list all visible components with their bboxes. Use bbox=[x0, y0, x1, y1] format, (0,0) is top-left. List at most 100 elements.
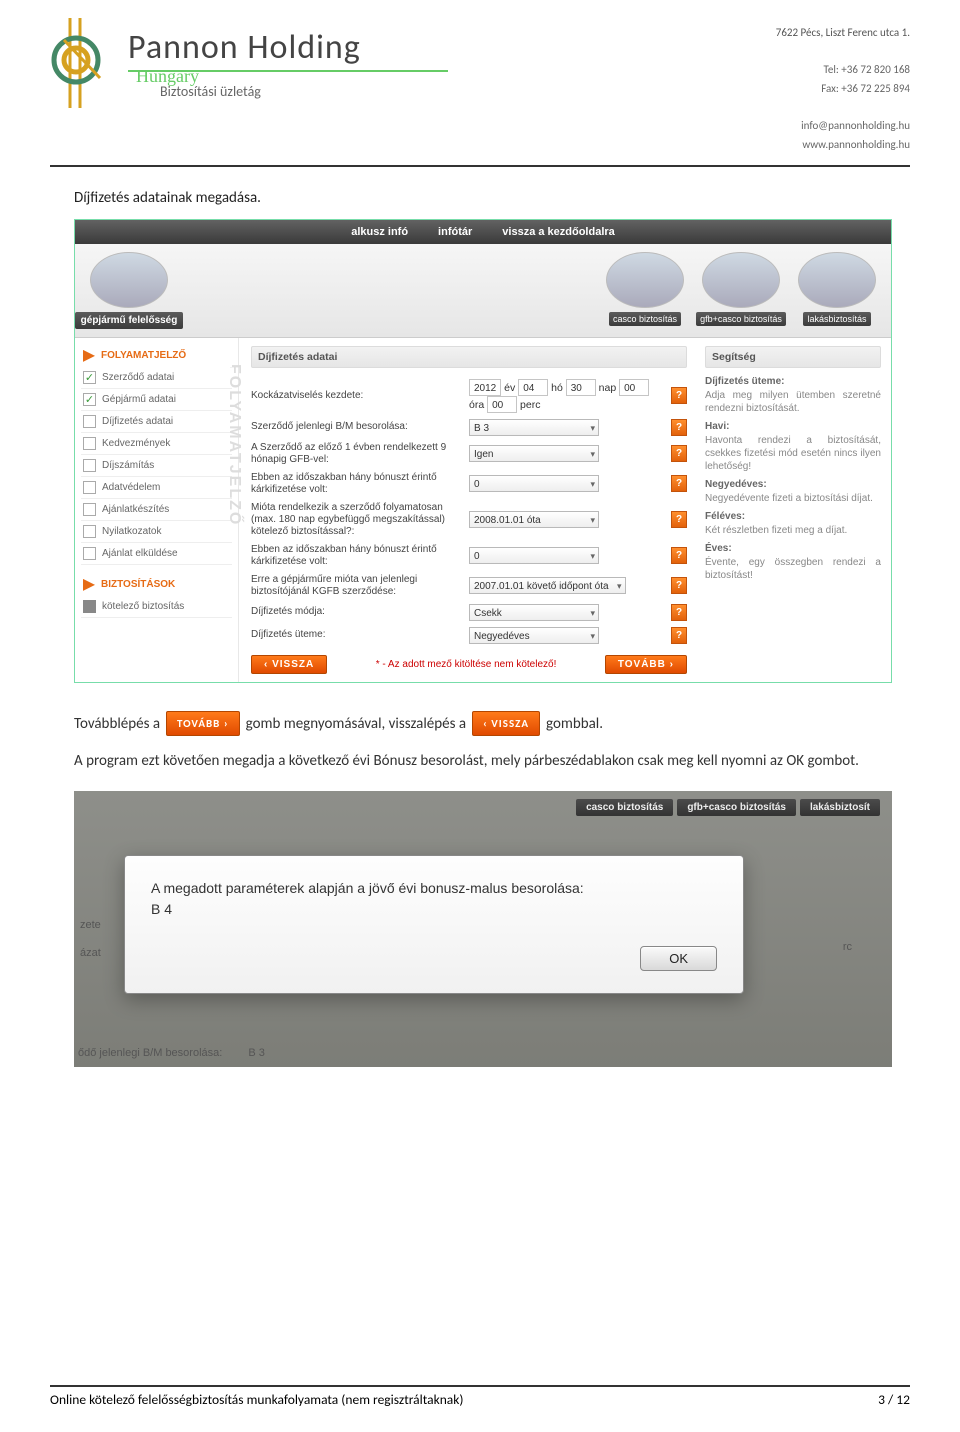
check-icon bbox=[83, 437, 96, 450]
help-heading: Díjfizetés üteme: bbox=[705, 376, 881, 387]
product-card[interactable]: lakásbiztosítás bbox=[793, 252, 881, 329]
page-header: Pannon Holding Hungary Biztosítási üzlet… bbox=[0, 0, 960, 161]
sidebar-item-label: Díjszámítás bbox=[102, 460, 154, 471]
next-button-inline[interactable]: TOVÁBB › bbox=[166, 711, 240, 737]
contact-address: 7622 Pécs, Liszt Ferenc utca 1. bbox=[776, 24, 910, 43]
check-icon: ✓ bbox=[83, 371, 96, 384]
ok-button[interactable]: OK bbox=[640, 946, 717, 971]
min-input[interactable]: 00 bbox=[487, 396, 517, 413]
select-input[interactable]: Csekk bbox=[469, 604, 599, 621]
select-input[interactable]: 0 bbox=[469, 475, 599, 492]
help-text: Adja meg milyen ütemben szeretné rendezn… bbox=[705, 389, 881, 415]
bullet-icon bbox=[83, 600, 96, 613]
screenshot-app: alkusz infó infótár vissza a kezdőoldalr… bbox=[74, 219, 892, 683]
product-image bbox=[90, 252, 168, 308]
dialog-message: A megadott paraméterek alapján a jövő év… bbox=[151, 880, 584, 896]
footer-divider bbox=[50, 1385, 910, 1387]
unit-label: óra bbox=[469, 399, 484, 411]
nav-item[interactable]: vissza a kezdőoldalra bbox=[502, 226, 615, 238]
sidebar-item[interactable]: ✓Gépjármű adatai bbox=[81, 389, 232, 411]
select-input[interactable]: B 3 bbox=[469, 419, 599, 436]
sidebar-item-label: Díjfizetés adatai bbox=[102, 416, 173, 427]
product-label: lakásbiztosítás bbox=[803, 312, 870, 326]
help-text: Évente, egy összegben rendezi a biztosít… bbox=[705, 556, 881, 582]
help-icon[interactable]: ? bbox=[671, 445, 687, 462]
help-icon[interactable]: ? bbox=[671, 475, 687, 492]
product-card[interactable]: casco biztosítás bbox=[601, 252, 689, 329]
field-label: Díjfizetés üteme: bbox=[251, 629, 465, 641]
help-heading: Féléves: bbox=[705, 511, 881, 522]
screenshot-dialog: casco biztosítás gfb+casco biztosítás la… bbox=[74, 791, 892, 1067]
tab-chip[interactable]: lakásbiztosít bbox=[800, 799, 880, 816]
check-icon bbox=[83, 459, 96, 472]
select-input[interactable]: 0 bbox=[469, 547, 599, 564]
sidebar-item[interactable]: Ajánlatkészítés bbox=[81, 499, 232, 521]
product-image bbox=[606, 252, 684, 308]
contact-email: info@pannonholding.hu bbox=[776, 117, 910, 136]
sidebar-item[interactable]: ✓Szerződő adatai bbox=[81, 367, 232, 389]
hour-input[interactable]: 00 bbox=[619, 379, 649, 396]
unit-label: nap bbox=[599, 382, 617, 394]
help-icon[interactable]: ? bbox=[671, 577, 687, 594]
nav-item[interactable]: infótár bbox=[438, 226, 472, 238]
sidebar-item[interactable]: kötelező biztosítás bbox=[81, 596, 232, 618]
month-input[interactable]: 04 bbox=[518, 379, 548, 396]
sidebar-item[interactable]: Díjfizetés adatai bbox=[81, 411, 232, 433]
field-label: Mióta rendelkezik a szerződő folyamatosa… bbox=[251, 502, 465, 538]
help-icon[interactable]: ? bbox=[671, 511, 687, 528]
bg-fragment: zete bbox=[74, 911, 107, 939]
form-row: Ebben az időszakban hány bónuszt érintő … bbox=[251, 541, 687, 571]
contact-block: 7622 Pécs, Liszt Ferenc utca 1. Tel: +36… bbox=[776, 18, 910, 155]
sidebar-item[interactable]: Nyilatkozatok bbox=[81, 521, 232, 543]
next-button[interactable]: TOVÁBB › bbox=[605, 655, 687, 674]
select-input[interactable]: 2008.01.01 óta bbox=[469, 511, 599, 528]
sidebar-item[interactable]: Adatvédelem bbox=[81, 477, 232, 499]
sidebar: FOLYAMATJELZŐ FOLYAMATJELZŐ ✓Szerződő ad… bbox=[75, 338, 239, 682]
form-row: Ebben az időszakban hány bónuszt érintő … bbox=[251, 469, 687, 499]
text: Továbblépés a bbox=[74, 712, 160, 736]
sidebar-watermark: FOLYAMATJELZŐ bbox=[225, 364, 243, 526]
company-name: Pannon Holding bbox=[128, 27, 448, 68]
sidebar-item-label: Ajánlatkészítés bbox=[102, 504, 169, 515]
product-label: gfb+casco biztosítás bbox=[696, 312, 786, 326]
day-input[interactable]: 30 bbox=[566, 379, 596, 396]
select-input[interactable]: 2007.01.01 követő időpont óta bbox=[469, 577, 626, 594]
help-icon[interactable]: ? bbox=[671, 547, 687, 564]
select-input[interactable]: Negyedéves bbox=[469, 627, 599, 644]
tab-chip[interactable]: casco biztosítás bbox=[576, 799, 673, 816]
product-card[interactable]: gfb+casco biztosítás bbox=[697, 252, 785, 329]
page-number: 3 / 12 bbox=[878, 1391, 910, 1408]
sidebar-item[interactable]: Ajánlat elküldése bbox=[81, 543, 232, 565]
contact-web: www.pannonholding.hu bbox=[776, 136, 910, 155]
back-button-inline[interactable]: ‹ VISSZA bbox=[472, 711, 540, 737]
help-icon[interactable]: ? bbox=[671, 419, 687, 436]
check-icon bbox=[83, 547, 96, 560]
sidebar-item[interactable]: Kedvezmények bbox=[81, 433, 232, 455]
back-button[interactable]: ‹ VISSZA bbox=[251, 655, 327, 674]
top-tabs: casco biztosítás gfb+casco biztosítás la… bbox=[74, 791, 892, 816]
app-navbar: alkusz infó infótár vissza a kezdőoldalr… bbox=[75, 220, 891, 244]
confirm-dialog: A megadott paraméterek alapján a jövő év… bbox=[124, 855, 744, 994]
contact-tel: Tel: +36 72 820 168 bbox=[776, 61, 910, 80]
check-icon: ✓ bbox=[83, 393, 96, 406]
field-label: Kockázatviselés kezdete: bbox=[251, 390, 465, 402]
unit-label: év bbox=[504, 382, 515, 394]
help-icon[interactable]: ? bbox=[671, 604, 687, 621]
logo-block: Pannon Holding Hungary Biztosítási üzlet… bbox=[50, 18, 448, 108]
sidebar-item[interactable]: Díjszámítás bbox=[81, 455, 232, 477]
paragraph-3: A program ezt követően megadja a követke… bbox=[74, 750, 886, 773]
background-row: ődő jelenlegi B/M besorolása: B 3 bbox=[78, 1047, 265, 1059]
select-input[interactable]: Igen bbox=[469, 445, 599, 462]
help-icon[interactable]: ? bbox=[671, 627, 687, 644]
text: gombbal. bbox=[546, 712, 603, 736]
help-heading: Havi: bbox=[705, 421, 881, 432]
tab-chip[interactable]: gfb+casco biztosítás bbox=[677, 799, 796, 816]
nav-item[interactable]: alkusz infó bbox=[351, 226, 408, 238]
sidebar-item-label: Nyilatkozatok bbox=[102, 526, 161, 537]
field-label: A Szerződő az előző 1 évben rendelkezett… bbox=[251, 442, 465, 466]
background-text: zete ázat bbox=[74, 911, 107, 967]
product-card-active[interactable]: gépjármű felelősség bbox=[85, 252, 173, 329]
year-input[interactable]: 2012 bbox=[469, 379, 501, 396]
help-icon[interactable]: ? bbox=[671, 387, 687, 404]
footer-title: Online kötelező felelősségbiztosítás mun… bbox=[50, 1391, 464, 1408]
